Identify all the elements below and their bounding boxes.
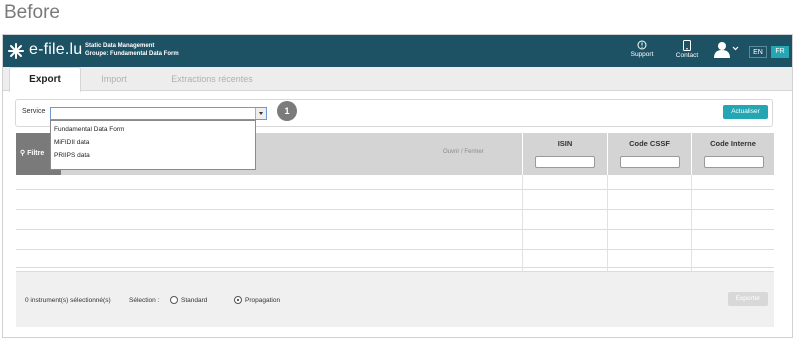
lang-en-button[interactable]: EN	[749, 46, 767, 58]
contact-button[interactable]: Contact	[667, 40, 707, 59]
table-row-divider	[16, 209, 774, 210]
tab-recent-extractions[interactable]: Extractions récentes	[167, 67, 257, 91]
radio-standard-label: Standard	[181, 297, 208, 304]
service-select[interactable]	[50, 107, 267, 120]
refresh-button[interactable]: Actualiser	[723, 105, 768, 119]
column-divider	[607, 175, 608, 271]
filter-label: Filtre	[27, 150, 45, 157]
table-row-divider	[16, 249, 774, 250]
app-title-line2: Groupe: Fundamental Data Form	[85, 51, 179, 57]
phone-icon	[683, 40, 691, 51]
table-row-divider	[16, 267, 774, 268]
isin-filter-input[interactable]	[535, 156, 595, 168]
logo-icon	[8, 43, 24, 59]
support-icon	[637, 40, 647, 50]
radio-propagation[interactable]	[234, 296, 242, 304]
column-code-interne: Code Interne	[691, 133, 774, 175]
chevron-down-icon[interactable]	[255, 108, 266, 119]
code-cssf-filter-input[interactable]	[620, 156, 680, 168]
radio-propagation-label: Propagation	[245, 297, 281, 304]
selected-count: 0 instrument(s) sélectionné(s)	[25, 297, 111, 304]
column-divider	[691, 175, 692, 271]
app-title: Static Data Management Groupe: Fundament…	[85, 42, 179, 58]
table-body	[16, 175, 774, 271]
tab-export[interactable]: Export	[9, 67, 81, 92]
column-divider	[522, 175, 523, 271]
tab-import[interactable]: Import	[95, 67, 133, 91]
support-label: Support	[630, 51, 654, 58]
logo-text: e-file.lu	[29, 41, 83, 58]
lang-fr-button[interactable]: FR	[771, 46, 789, 58]
table-row-divider	[16, 229, 774, 230]
before-caption: Before	[4, 2, 60, 23]
step-badge: 1	[277, 101, 297, 121]
column-isin: ISIN	[522, 133, 607, 175]
radio-standard[interactable]	[170, 296, 178, 304]
user-menu-icon[interactable]	[713, 41, 739, 59]
column-code-cssf-title: Code CSSF	[629, 139, 670, 148]
column-code-interne-title: Code Interne	[710, 139, 756, 148]
service-dropdown-list: Fundamental Data Form MiFIDII data PRIIP…	[50, 120, 256, 170]
export-button[interactable]: Exporter	[728, 292, 768, 306]
column-isin-title: ISIN	[557, 139, 573, 148]
support-button[interactable]: Support	[622, 40, 662, 58]
selection-footer: 0 instrument(s) sélectionné(s) Sélection…	[16, 271, 774, 327]
app-window: e-file.lu Static Data Management Groupe:…	[2, 34, 793, 338]
code-interne-filter-input[interactable]	[704, 156, 764, 168]
top-header-bar: e-file.lu Static Data Management Groupe:…	[3, 35, 792, 67]
tab-bar: Export Import Extractions récentes	[3, 67, 792, 92]
search-icon: ⚲	[20, 150, 26, 157]
service-option-mifid[interactable]: MiFIDII data	[54, 139, 89, 146]
contact-label: Contact	[675, 52, 699, 59]
app-title-line1: Static Data Management	[85, 43, 155, 49]
service-option-priips[interactable]: PRIIPS data	[54, 152, 90, 159]
selection-label: Sélection :	[129, 297, 160, 304]
service-option-fundamental[interactable]: Fundamental Data Form	[54, 126, 124, 133]
service-label: Service	[22, 108, 46, 115]
table-row-divider	[16, 189, 774, 190]
open-close-toggle[interactable]: Ouvrir / Fermer	[443, 149, 484, 155]
column-code-cssf: Code CSSF	[607, 133, 691, 175]
